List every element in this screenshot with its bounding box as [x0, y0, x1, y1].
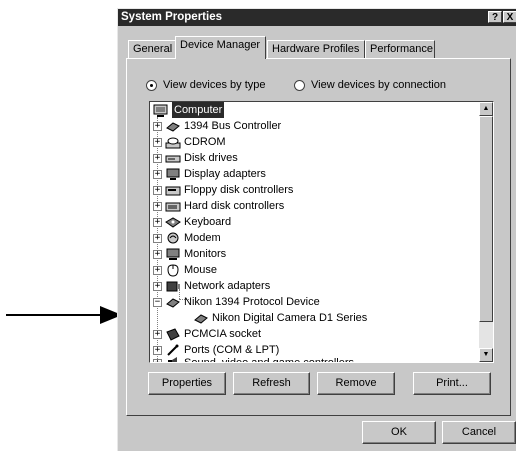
expand-toggle[interactable]: +	[153, 201, 162, 211]
expand-toggle[interactable]: +	[153, 281, 162, 291]
view-by-connection-radio[interactable]	[294, 79, 305, 91]
cdrom-icon	[165, 137, 181, 148]
view-by-type-option[interactable]: View devices by type	[146, 79, 266, 91]
view-by-connection-label: View devices by connection	[311, 79, 446, 91]
view-by-connection-option[interactable]: View devices by connection	[294, 79, 446, 91]
expand-toggle[interactable]: +	[153, 345, 162, 355]
tree-item[interactable]: + Display adapters	[153, 166, 266, 182]
bus-controller-icon	[166, 121, 180, 132]
tree-item-label: 1394 Bus Controller	[184, 120, 282, 132]
protocol-device-icon	[166, 297, 180, 308]
view-by-type-radio[interactable]	[146, 79, 157, 91]
tree-item-label: PCMCIA socket	[184, 328, 262, 340]
cancel-button[interactable]: Cancel	[442, 421, 516, 444]
expand-toggle[interactable]: +	[153, 217, 162, 227]
camera-icon	[194, 313, 208, 324]
tree-item-label: Display adapters	[184, 168, 266, 180]
help-button[interactable]: ?	[488, 11, 502, 23]
tree-item-label: Disk drives	[184, 152, 238, 164]
tree-root-label: Computer	[172, 102, 225, 118]
close-button[interactable]: X	[503, 11, 516, 23]
tree-item-label: Mouse	[184, 264, 218, 276]
tree-item-label: Network adapters	[184, 280, 271, 292]
mouse-icon	[167, 263, 179, 277]
tree-scrollbar[interactable]: ▲ ▼	[479, 102, 493, 362]
tree-item-label: Modem	[184, 232, 221, 244]
window-title: System Properties	[121, 11, 222, 23]
tree-item[interactable]: + Disk drives	[153, 150, 238, 166]
refresh-button[interactable]: Refresh	[233, 372, 310, 395]
tree-root-computer[interactable]: Computer	[153, 102, 225, 118]
monitor-icon	[166, 248, 180, 260]
tree-item[interactable]: − Nikon 1394 Protocol Device	[153, 294, 320, 310]
remove-button[interactable]: Remove	[317, 372, 395, 395]
tree-child-item[interactable]: Nikon Digital Camera D1 Series	[193, 310, 367, 326]
tab-general[interactable]: General	[128, 40, 176, 58]
tree-item[interactable]: + Mouse	[153, 262, 217, 278]
tab-hardware-profiles[interactable]: Hardware Profiles	[267, 40, 365, 58]
pcmcia-icon	[166, 327, 180, 341]
tree-item-label: Monitors	[184, 248, 227, 260]
tree-item[interactable]: + CDROM	[153, 134, 226, 150]
tab-device-manager[interactable]: Device Manager	[175, 36, 266, 59]
tree-item[interactable]: + Floppy disk controllers	[153, 182, 293, 198]
tree-child-label: Nikon Digital Camera D1 Series	[212, 312, 368, 324]
device-tree[interactable]: Computer + 1394 Bus Controller + CDROM +…	[149, 101, 494, 363]
ok-button[interactable]: OK	[362, 421, 436, 444]
expand-toggle[interactable]: +	[153, 137, 162, 147]
scroll-down-button[interactable]: ▼	[479, 348, 493, 362]
device-manager-panel: View devices by type View devices by con…	[126, 58, 511, 416]
floppy-controller-icon	[165, 186, 181, 195]
properties-button[interactable]: Properties	[148, 372, 226, 395]
expand-toggle[interactable]: +	[153, 265, 162, 275]
tree-item[interactable]: + Modem	[153, 230, 221, 246]
computer-icon	[153, 104, 168, 117]
modem-icon	[167, 232, 179, 243]
expand-toggle[interactable]: +	[153, 358, 162, 362]
expand-toggle[interactable]: +	[153, 121, 162, 131]
expand-toggle[interactable]: +	[153, 169, 162, 179]
tree-item[interactable]: + Network adapters	[153, 278, 270, 294]
collapse-toggle[interactable]: −	[153, 297, 162, 307]
expand-toggle[interactable]: +	[153, 185, 162, 195]
scroll-thumb[interactable]	[479, 116, 493, 322]
tree-item[interactable]: + PCMCIA socket	[153, 326, 261, 342]
tree-item-label: Floppy disk controllers	[184, 184, 294, 196]
tree-item[interactable]: + Keyboard	[153, 214, 231, 230]
expand-toggle[interactable]: +	[153, 153, 162, 163]
title-bar: System Properties ? X	[118, 9, 516, 26]
tree-item-label: Sound, video and game controllers	[184, 357, 354, 363]
view-by-type-label: View devices by type	[163, 79, 266, 91]
expand-toggle[interactable]: +	[153, 249, 162, 259]
tree-item-label: CDROM	[184, 136, 226, 148]
disk-drive-icon	[165, 155, 181, 162]
hard-disk-controller-icon	[165, 202, 181, 211]
tree-item-label: Keyboard	[184, 216, 232, 228]
display-adapter-icon	[166, 168, 180, 180]
tree-item[interactable]: + Monitors	[153, 246, 226, 262]
sound-icon	[168, 356, 177, 362]
expand-toggle[interactable]: +	[153, 233, 162, 243]
tab-performance[interactable]: Performance	[365, 40, 435, 58]
tree-item-label: Nikon 1394 Protocol Device	[184, 296, 320, 308]
tree-item[interactable]: + Hard disk controllers	[153, 198, 284, 214]
network-adapter-icon	[166, 281, 180, 291]
expand-toggle[interactable]: +	[153, 329, 162, 339]
keyboard-icon	[165, 216, 181, 228]
system-properties-window: System Properties ? X General Device Man…	[117, 8, 516, 451]
tree-item[interactable]: + 1394 Bus Controller	[153, 118, 281, 134]
tree-item-label: Hard disk controllers	[184, 200, 285, 212]
tree-item[interactable]: + Sound, video and game controllers	[153, 355, 354, 363]
scroll-up-button[interactable]: ▲	[479, 102, 493, 116]
print-button[interactable]: Print...	[413, 372, 491, 395]
